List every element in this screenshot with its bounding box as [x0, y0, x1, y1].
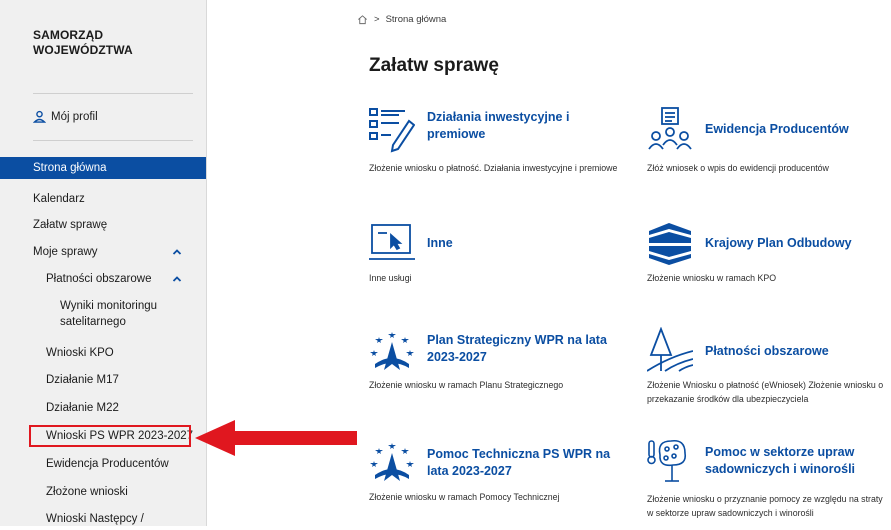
nav-item-kpo-applications[interactable]: Wnioski KPO [0, 342, 206, 364]
tile-description: Złożenie wniosku o płatność. Działania i… [369, 163, 618, 173]
nav-item-label: Wyniki monitoringu satelitarnego [60, 300, 158, 328]
nav-item-home[interactable]: Strona główna [0, 157, 206, 179]
nav-item-label: Moje sprawy [33, 246, 98, 258]
tile-description: Złożenie wniosku w ramach Pomocy Technic… [369, 492, 560, 502]
nav-item-label: Wnioski KPO [46, 347, 114, 359]
nav-item-label: Ewidencja Producentów [46, 458, 169, 470]
user-icon [33, 110, 46, 123]
brand-line-2: WOJEWÓDZTWA [33, 43, 133, 57]
brand-name: SAMORZĄD WOJEWÓDZTWA [33, 28, 133, 58]
nav-item-label: Załatw sprawę [33, 219, 108, 231]
tile-area-payments[interactable]: Płatności obszarowe Złożenie Wniosku o p… [647, 327, 887, 407]
sidebar: SAMORZĄD WOJEWÓDZTWA Mój profil Strona g… [0, 0, 207, 526]
tile-producers-registry[interactable]: Ewidencja Producentów Złóż wniosek o wpi… [647, 107, 887, 187]
my-profile-label: Mój profil [51, 110, 98, 123]
eu-stars-emblem-icon [370, 443, 414, 481]
breadcrumb-current: Strona główna [385, 14, 447, 25]
tile-technical-assistance[interactable]: Pomoc Techniczna PS WPR na lata 2023-202… [369, 441, 624, 511]
people-group-icon [648, 107, 692, 150]
tile-title: Plan Strategiczny WPR na lata 2023-2027 [427, 333, 607, 364]
breadcrumb: > Strona główna [357, 14, 446, 25]
breadcrumb-separator: > [374, 14, 380, 25]
tile-description: Inne usługi [369, 273, 412, 283]
nav-item-label: Kalendarz [33, 193, 85, 205]
highlight-box [29, 425, 191, 447]
tile-other[interactable]: Inne Inne usługi [369, 221, 624, 291]
nav-item-producers-registry[interactable]: Ewidencja Producentów [0, 453, 206, 475]
nav-item-handle-matter[interactable]: Załatw sprawę [0, 214, 206, 236]
nav-item-satellite-monitoring[interactable]: Wyniki monitoringu satelitarnego [0, 295, 206, 333]
my-profile-link[interactable]: Mój profil [33, 110, 98, 123]
tile-investment-actions[interactable]: Działania inwestycyjne i premiowe Złożen… [369, 107, 624, 187]
fruit-tree-thermometer-icon [647, 439, 687, 482]
nav-item-m17[interactable]: Działanie M17 [0, 369, 206, 391]
tile-kpo[interactable]: Krajowy Plan Odbudowy Złożenie wniosku w… [647, 221, 887, 291]
tile-description: Złożenie wniosku w ramach Planu Strategi… [369, 380, 564, 390]
nav-item-label: Strona główna [33, 162, 107, 174]
tile-title: Pomoc w sektorze upraw sadowniczych i wi… [705, 445, 856, 476]
nav-item-label: Działanie M17 [46, 374, 119, 386]
page-title: Załatw sprawę [369, 55, 499, 76]
sidebar-divider [33, 140, 193, 141]
laptop-cursor-icon [369, 224, 415, 260]
nav-item-label: Działanie M22 [46, 402, 119, 414]
nav-item-successor-applications[interactable]: Wnioski Następcy / [0, 508, 206, 530]
tile-title: Działania inwestycyjne i premiowe [427, 110, 570, 141]
sidebar-divider [33, 93, 193, 94]
nav-item-area-payments[interactable]: Płatności obszarowe [0, 268, 206, 290]
nav-item-label: Wnioski Następcy / [46, 513, 144, 525]
document-pen-icon [369, 108, 415, 153]
tile-description: Złożenie wniosku w ramach KPO [647, 273, 777, 283]
nav-item-calendar[interactable]: Kalendarz [0, 188, 206, 210]
red-arrow-icon [195, 420, 357, 456]
tile-description: Złóż wniosek o wpis do ewidencji produce… [647, 163, 829, 173]
nav-item-label: Płatności obszarowe [46, 273, 152, 285]
tile-title: Ewidencja Producentów [705, 122, 849, 136]
home-icon[interactable] [357, 14, 368, 25]
tile-title: Płatności obszarowe [705, 344, 829, 358]
kpo-logo-icon [649, 223, 691, 265]
tile-orchard-aid[interactable]: Pomoc w sektorze upraw sadowniczych i wi… [647, 437, 887, 523]
app-frame: SAMORZĄD WOJEWÓDZTWA Mój profil Strona g… [0, 0, 891, 526]
tile-title: Inne [427, 236, 453, 250]
eu-stars-emblem-icon [370, 332, 414, 370]
chevron-up-icon [172, 249, 182, 255]
tile-description: Złożenie wniosku o przyznanie pomocy ze … [647, 494, 883, 518]
chevron-up-icon [172, 276, 182, 282]
nav-item-m22[interactable]: Działanie M22 [0, 397, 206, 419]
nav-item-submitted-applications[interactable]: Złożone wnioski [0, 481, 206, 503]
field-tree-icon [647, 327, 693, 372]
nav-item-my-matters[interactable]: Moje sprawy [0, 241, 206, 263]
nav-item-label: Złożone wnioski [46, 486, 128, 498]
tile-title: Pomoc Techniczna PS WPR na lata 2023-202… [427, 447, 611, 478]
tile-strategic-plan[interactable]: Plan Strategiczny WPR na lata 2023-2027 … [369, 330, 624, 400]
tile-description: Złożenie Wniosku o płatność (eWniosek) Z… [647, 380, 884, 404]
brand-line-1: SAMORZĄD [33, 28, 104, 42]
tile-title: Krajowy Plan Odbudowy [705, 236, 852, 250]
